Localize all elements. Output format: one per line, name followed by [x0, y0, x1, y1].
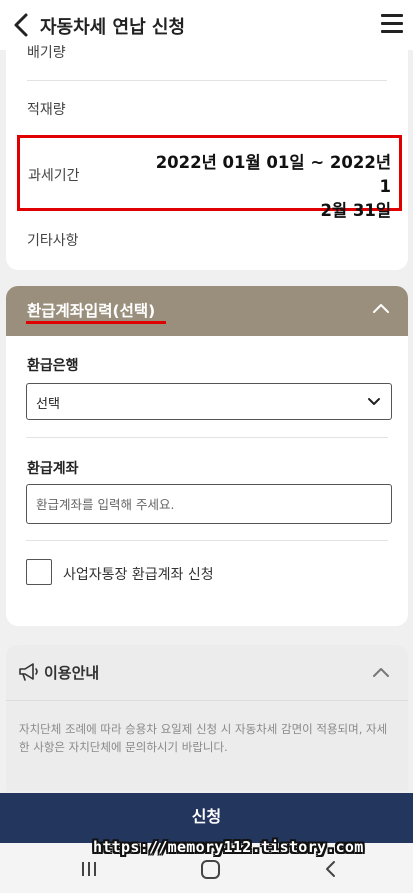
divider — [6, 700, 408, 701]
recent-apps-icon[interactable] — [80, 861, 98, 877]
back-icon[interactable] — [324, 860, 336, 878]
chevron-down-icon — [368, 398, 380, 405]
business-account-label[interactable]: 사업자통장 환급계좌 신청 — [63, 564, 214, 584]
divider — [26, 437, 388, 438]
hamburger-menu-icon[interactable] — [381, 14, 403, 34]
refund-bank-selected: 선택 — [36, 397, 60, 412]
vehicle-details-card: 배기량 적재량 과세기간 2022년 01월 01일 ~ 2022년 1 2월 … — [6, 45, 408, 270]
business-account-checkbox[interactable] — [26, 559, 52, 585]
submit-button[interactable]: 신청 — [0, 793, 413, 843]
chevron-up-icon[interactable] — [372, 666, 390, 678]
divider — [26, 540, 388, 541]
notice-text: 자치단체 조례에 따라 승용차 요일제 신청 시 자동차세 감면이 적용되며, … — [19, 722, 388, 754]
highlight-underline — [26, 321, 166, 324]
refund-account-card: 환급계좌입력(선택) 환급은행 선택 환급계좌 사업자통장 환급계좌 신청 — [6, 286, 408, 626]
home-icon[interactable] — [201, 860, 220, 879]
other-info-label: 기타사항 — [27, 233, 79, 249]
page-title: 자동차세 연납 신청 — [40, 17, 186, 38]
load-capacity-label: 적재량 — [27, 102, 66, 118]
displacement-label: 배기량 — [27, 45, 66, 61]
tax-period-highlight: 과세기간 2022년 01월 01일 ~ 2022년 1 2월 31일 — [17, 135, 402, 220]
chevron-up-icon[interactable] — [372, 302, 390, 314]
tax-period-value-line2: 2월 31일 — [320, 201, 391, 220]
divider — [27, 80, 387, 81]
refund-account-label: 환급계좌 — [27, 461, 79, 477]
tax-period-value: 2022년 01월 01일 ~ 2022년 1 2월 31일 — [143, 151, 391, 223]
watermark-text: https://memory112.tistory.com — [93, 838, 364, 856]
notice-title: 이용안내 — [44, 664, 100, 682]
refund-section-header[interactable]: 환급계좌입력(선택) — [6, 286, 408, 336]
megaphone-icon — [19, 663, 38, 681]
refund-section-title: 환급계좌입력(선택) — [27, 302, 156, 320]
refund-bank-select[interactable]: 선택 — [26, 383, 392, 420]
usage-notice-panel: 이용안내 자치단체 조례에 따라 승용차 요일제 신청 시 자동차세 감면이 적… — [6, 645, 408, 791]
refund-account-input[interactable] — [26, 484, 392, 524]
tax-period-value-line1: 2022년 01월 01일 ~ 2022년 1 — [155, 153, 391, 196]
tax-period-label: 과세기간 — [28, 168, 80, 184]
back-chevron-icon[interactable] — [10, 12, 34, 38]
refund-bank-label: 환급은행 — [27, 358, 79, 374]
